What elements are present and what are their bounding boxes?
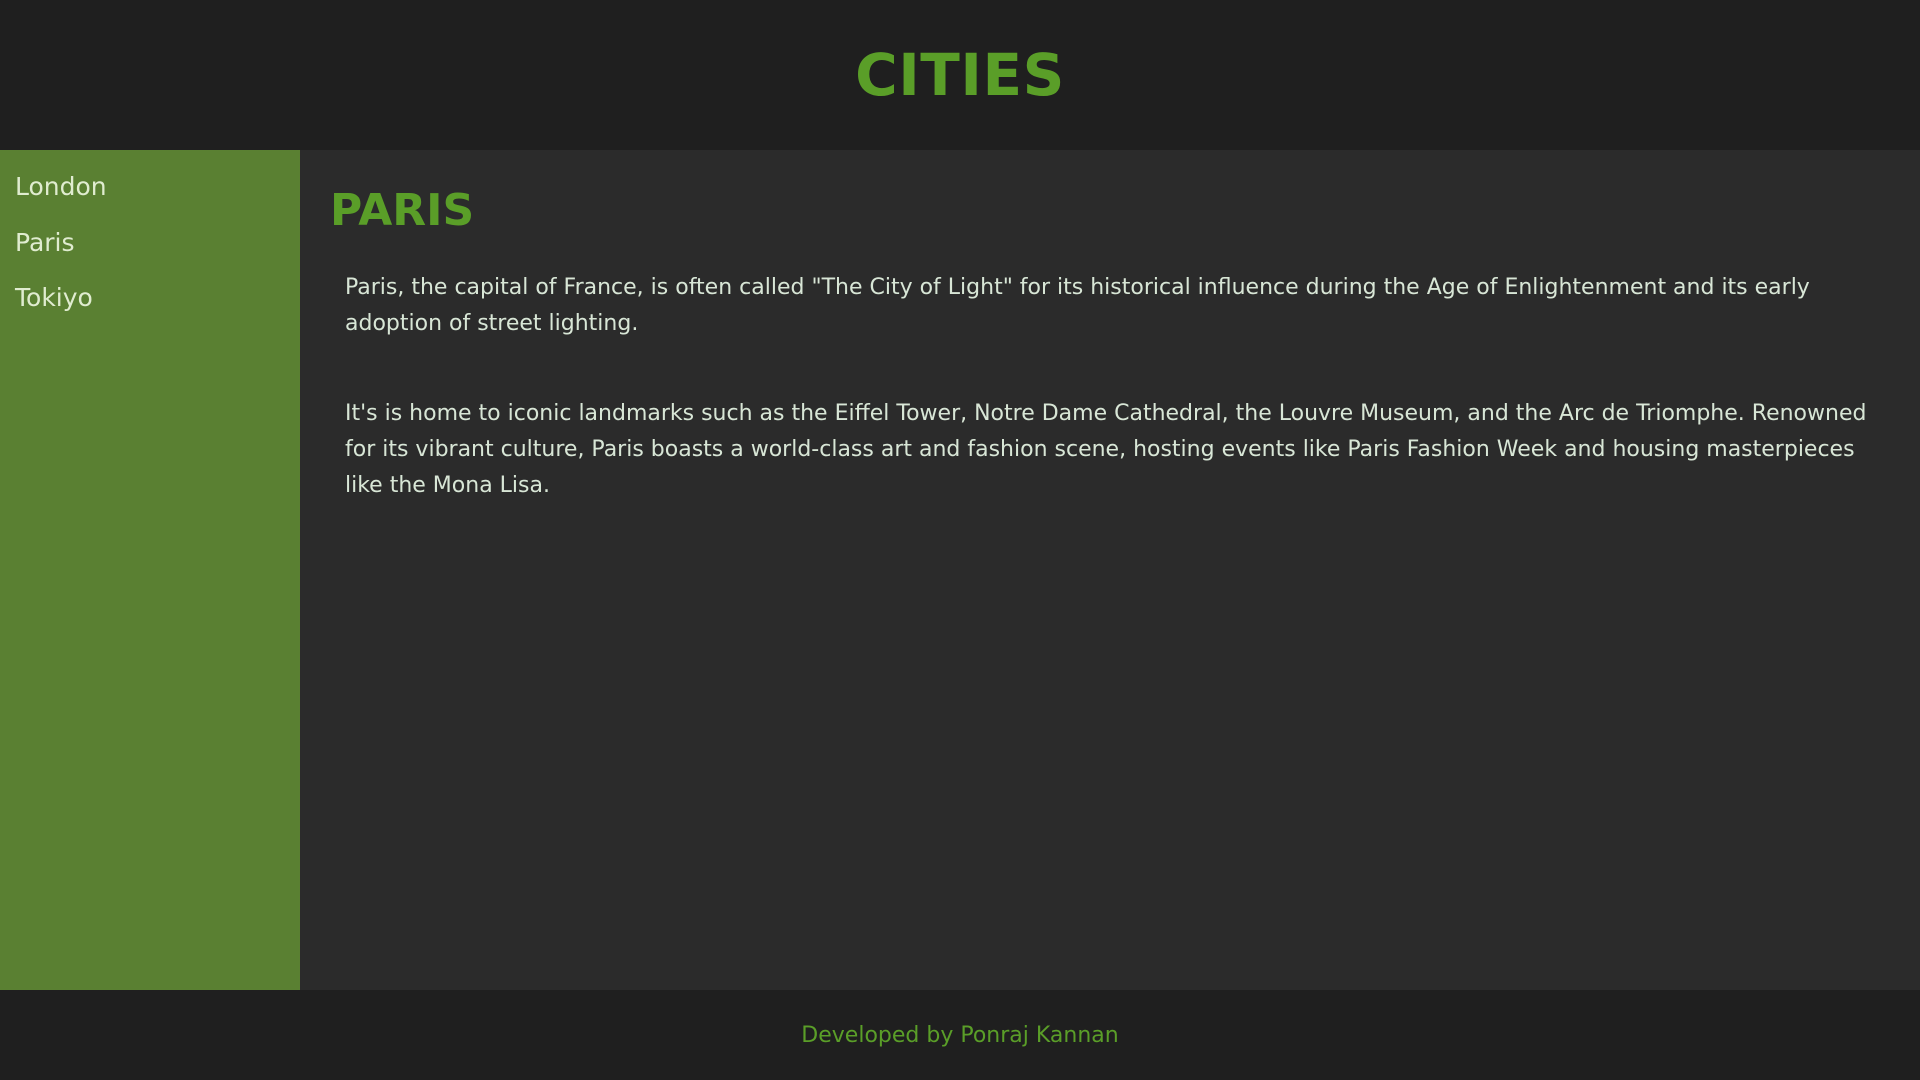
paragraph-landmarks: It's is home to iconic landmarks such as…: [345, 401, 1867, 498]
footer-credit: Developed by Ponraj Kannan: [801, 1022, 1119, 1048]
paragraph-intro: Paris, the capital of France, is often c…: [345, 275, 1810, 336]
sidebar-item-tokiyo[interactable]: Tokiyo: [0, 281, 300, 337]
main-content: PARIS Paris, the capital of France, is o…: [300, 150, 1920, 990]
site-header: CITIES: [0, 0, 1920, 150]
page-title: PARIS: [330, 185, 475, 236]
page: CITIES London Paris Tokiyo PARIS Paris, …: [0, 0, 1920, 1080]
sidebar: London Paris Tokiyo: [0, 150, 300, 990]
sidebar-item-paris[interactable]: Paris: [0, 226, 300, 282]
site-footer: Developed by Ponraj Kannan: [0, 990, 1920, 1080]
site-title: CITIES: [855, 41, 1065, 109]
sidebar-item-london[interactable]: London: [0, 170, 300, 226]
